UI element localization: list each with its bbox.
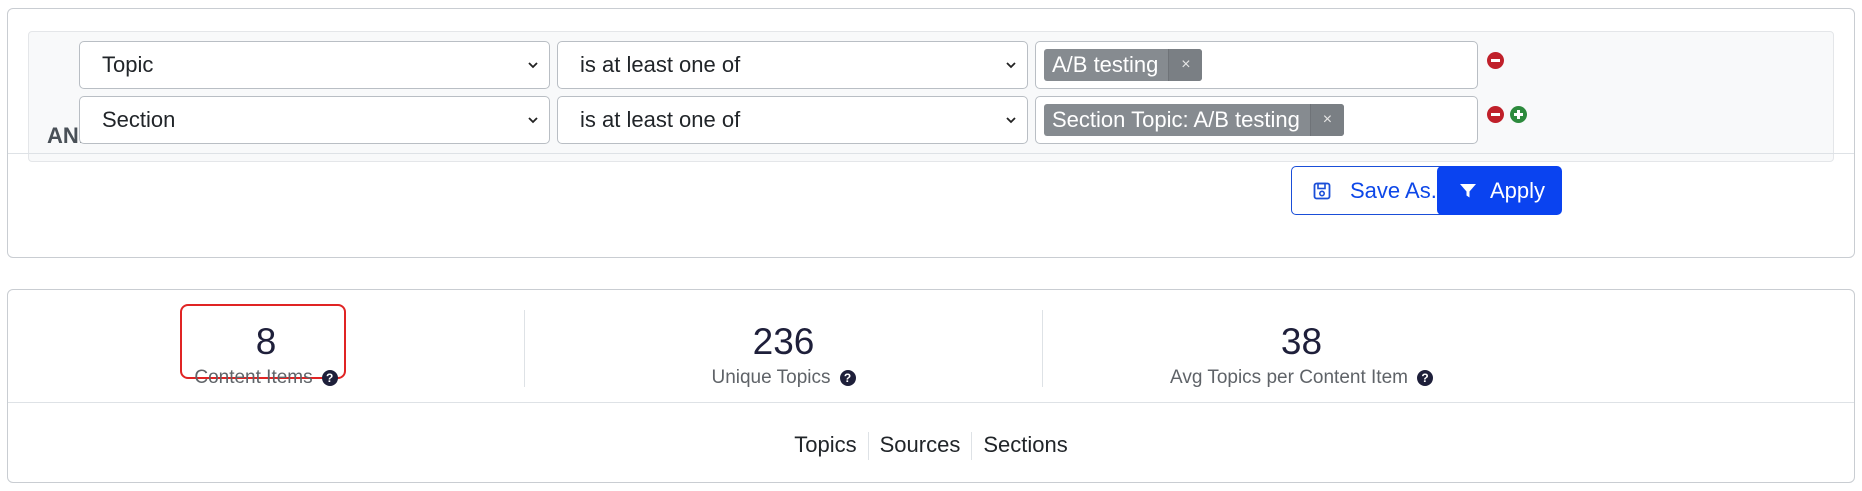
view-tabs: Topics Sources Sections: [8, 430, 1854, 461]
stat-label: Unique Topics: [711, 367, 831, 388]
stat-value: 38: [1280, 321, 1323, 362]
add-rule-button[interactable]: [1510, 106, 1527, 123]
tab-sections[interactable]: Sections: [972, 430, 1078, 460]
tag-remove-icon[interactable]: ×: [1168, 49, 1203, 81]
tag-label: A/B testing: [1052, 52, 1159, 77]
value-tag-input-1[interactable]: A/B testing ×: [1035, 41, 1478, 89]
stat-label: Content Items: [194, 367, 313, 388]
filter-rules: Topic is at least one of A/B testing × A…: [28, 31, 1834, 162]
remove-rule-button[interactable]: [1487, 106, 1504, 123]
operator-select-value: is at least one of: [580, 107, 741, 132]
chevron-down-icon: [1006, 62, 1016, 69]
operator-select-1[interactable]: is at least one of: [557, 41, 1028, 89]
chevron-down-icon: [1006, 117, 1016, 124]
stats-divider: [8, 402, 1854, 403]
stat-label-row: Avg Topics per Content Item?: [1043, 364, 1560, 392]
stat-unique-topics: 236 Unique Topics?: [525, 320, 1042, 408]
save-icon: [1313, 182, 1331, 200]
stat-value: 8: [255, 321, 277, 362]
filter-divider: [8, 153, 1854, 154]
apply-label: Apply: [1490, 178, 1546, 203]
field-select-1[interactable]: Topic: [79, 41, 550, 89]
stat-label: Avg Topics per Content Item: [1170, 367, 1408, 388]
stat-label-row: Unique Topics?: [525, 364, 1042, 392]
operator-select-value: is at least one of: [580, 52, 741, 77]
tag-remove-icon[interactable]: ×: [1309, 104, 1344, 136]
tab-topics[interactable]: Topics: [783, 430, 867, 460]
tab-sources[interactable]: Sources: [869, 430, 972, 460]
help-icon[interactable]: ?: [321, 370, 338, 386]
value-tag-input-2[interactable]: Section Topic: A/B testing ×: [1035, 96, 1478, 144]
operator-select-2[interactable]: is at least one of: [557, 96, 1028, 144]
stat-avg-topics: 38 Avg Topics per Content Item?: [1043, 320, 1560, 408]
stat-content-items: 8 Content Items?: [8, 320, 524, 408]
field-select-value: Topic: [102, 52, 154, 77]
filter-icon: [1460, 184, 1476, 198]
remove-rule-button[interactable]: [1487, 52, 1504, 69]
chevron-down-icon: [528, 62, 538, 69]
stats-panel: 8 Content Items? 236 Unique Topics? 38 A…: [7, 289, 1855, 483]
stat-value: 236: [752, 321, 815, 362]
tag-label: Section Topic: A/B testing: [1052, 107, 1300, 132]
field-select-2[interactable]: Section: [79, 96, 550, 144]
chevron-down-icon: [528, 117, 538, 124]
add-icon-bar: [1517, 110, 1520, 119]
remove-circle-icon: [1491, 113, 1500, 116]
selected-tag: A/B testing ×: [1044, 49, 1203, 81]
stat-label-row: Content Items?: [8, 364, 524, 392]
help-icon[interactable]: ?: [839, 370, 856, 386]
filter-panel: Topic is at least one of A/B testing × A…: [7, 8, 1855, 258]
help-icon[interactable]: ?: [1416, 370, 1433, 386]
field-select-value: Section: [102, 107, 176, 132]
remove-circle-icon: [1491, 59, 1500, 62]
save-as-label: Save As...: [1350, 178, 1450, 203]
apply-button[interactable]: Apply: [1437, 166, 1563, 215]
selected-tag: Section Topic: A/B testing ×: [1044, 104, 1344, 136]
